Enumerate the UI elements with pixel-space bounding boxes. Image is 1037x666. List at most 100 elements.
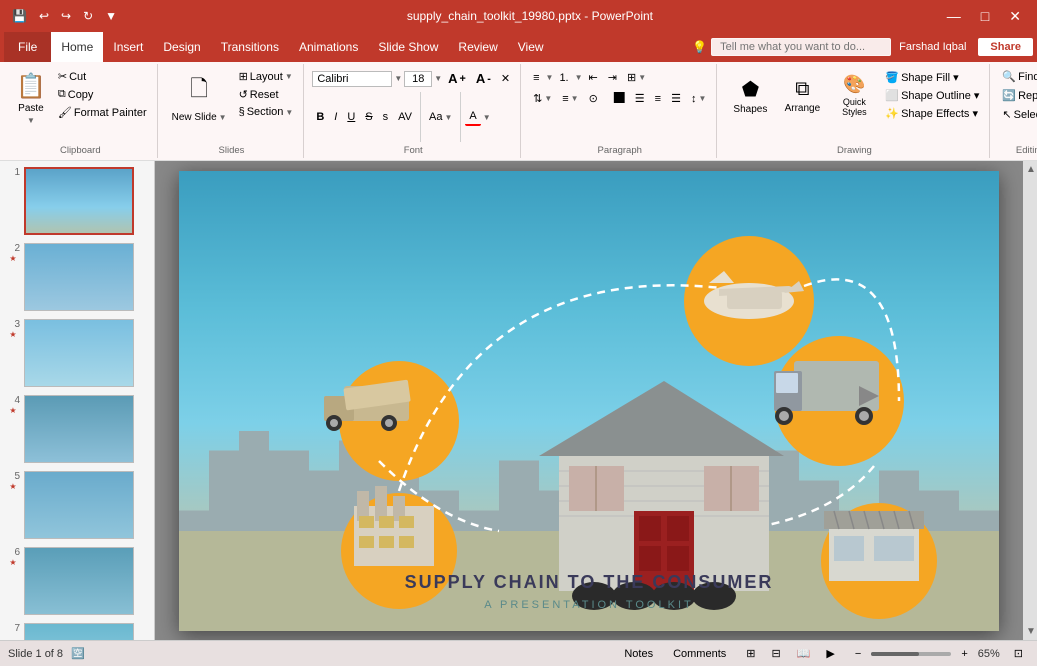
numbering-button[interactable]: 1. <box>555 70 572 86</box>
italic-button[interactable]: I <box>330 109 341 125</box>
paragraph-group: ≡ ▼ 1. ▼ ⇤ ⇥ ⊞▼ ⇅▼ ≡▼ ⊙ ⬛︎ ☰ ≡ ☰ ↕▼ Para… <box>523 64 717 158</box>
save-button[interactable]: 💾 <box>8 7 31 25</box>
justify-button[interactable]: ☰ <box>667 90 685 107</box>
undo-button[interactable]: ↩ <box>35 7 53 25</box>
zoom-out-button[interactable]: − <box>849 646 867 662</box>
close-button[interactable]: ✕ <box>1001 6 1029 27</box>
menu-bar: File Home Insert Design Transitions Anim… <box>0 32 1037 62</box>
slide-thumb-3[interactable]: 3 ★ <box>4 317 150 389</box>
right-scrollbar[interactable]: ▲ ▼ <box>1023 161 1037 640</box>
select-button[interactable]: ↖ Select ▾ <box>998 106 1037 123</box>
increase-font-button[interactable]: A+ <box>444 69 470 88</box>
menu-home[interactable]: Home <box>51 32 103 62</box>
line-spacing-button[interactable]: ↕▼ <box>687 91 710 107</box>
quick-styles-button[interactable]: 🎨 QuickStyles <box>829 70 879 121</box>
customize-quick-access-button[interactable]: ▼ <box>101 7 121 25</box>
search-input[interactable] <box>711 38 891 56</box>
format-painter-button[interactable]: 🖌 Format Painter <box>54 104 151 121</box>
bold-button[interactable]: B <box>312 109 328 125</box>
slide-thumb-4[interactable]: 4 ★ <box>4 393 150 465</box>
shape-effects-button[interactable]: ✨ Shape Effects ▾ <box>881 105 983 122</box>
menu-view[interactable]: View <box>508 32 554 62</box>
text-direction-button[interactable]: ⇅▼ <box>529 90 556 107</box>
char-spacing-button[interactable]: AV <box>394 109 416 125</box>
new-slide-button[interactable]: 🗋 New Slide ▼ <box>166 68 233 127</box>
change-case-button[interactable]: Aa▼ <box>425 109 456 125</box>
notes-button[interactable]: Notes <box>618 646 659 662</box>
slide-preview-5 <box>24 471 134 539</box>
replace-button[interactable]: 🔄 Replace <box>998 87 1037 104</box>
font-color-dropdown[interactable]: ▼ <box>483 113 491 122</box>
slides-small-buttons: ⊞ Layout ▼ ↺ Reset § Section ▼ <box>235 68 298 120</box>
bullets-button[interactable]: ≡ <box>529 70 543 86</box>
user-button[interactable]: Farshad Iqbal <box>891 39 974 55</box>
slide-preview-3 <box>24 319 134 387</box>
copy-button[interactable]: ⧉ Copy <box>54 86 151 103</box>
columns-button[interactable]: ⊞▼ <box>623 69 650 86</box>
arrange-button[interactable]: ⧉ Arrange <box>777 74 827 118</box>
slide-thumb-5[interactable]: 5 ★ <box>4 469 150 541</box>
align-text-button[interactable]: ≡▼ <box>558 91 582 107</box>
section-button[interactable]: § Section ▼ <box>235 104 298 120</box>
menu-file[interactable]: File <box>4 32 51 62</box>
maximize-button[interactable]: □ <box>973 6 997 26</box>
main-slide[interactable]: SUPPLY CHAIN TO THE CONSUMER A PRESENTAT… <box>179 171 999 631</box>
reset-button[interactable]: ↺ Reset <box>235 86 298 103</box>
menu-animations[interactable]: Animations <box>289 32 368 62</box>
align-left-button[interactable]: ⬛︎ <box>610 90 629 107</box>
repeat-button[interactable]: ↻ <box>79 7 97 25</box>
shapes-button[interactable]: ⬟ Shapes <box>725 73 775 119</box>
layout-button[interactable]: ⊞ Layout ▼ <box>235 68 298 85</box>
shape-outline-button[interactable]: ⬜ Shape Outline ▾ <box>881 87 983 104</box>
slideshow-button[interactable]: ▶ <box>820 645 840 662</box>
smartart-button[interactable]: ⊙ <box>585 90 602 107</box>
menu-insert[interactable]: Insert <box>103 32 153 62</box>
clear-format-button[interactable]: ✕ <box>497 70 514 87</box>
underline-button[interactable]: U <box>343 109 359 125</box>
shape-effects-icon: ✨ <box>885 107 899 120</box>
minimize-button[interactable]: — <box>939 6 969 26</box>
cut-button[interactable]: ✂ Cut <box>54 68 151 85</box>
slide-panel[interactable]: 1 ★ 2 ★ 3 ★ 4 ★ <box>0 161 155 640</box>
slide-preview-1 <box>24 167 134 235</box>
decrease-indent-button[interactable]: ⇤ <box>585 69 602 86</box>
shadow-button[interactable]: s <box>379 109 393 125</box>
slide-thumb-7[interactable]: 7 ★ <box>4 621 150 640</box>
fit-slide-button[interactable]: ⊡ <box>1008 645 1029 662</box>
find-button[interactable]: 🔍 Find <box>998 68 1037 85</box>
slide-thumb-1[interactable]: 1 ★ <box>4 165 150 237</box>
font-name-input[interactable] <box>312 71 392 87</box>
menu-transitions[interactable]: Transitions <box>211 32 289 62</box>
menu-review[interactable]: Review <box>448 32 507 62</box>
slide-thumb-2[interactable]: 2 ★ <box>4 241 150 313</box>
zoom-slider[interactable] <box>871 652 951 656</box>
font-name-dropdown[interactable]: ▼ <box>394 74 402 83</box>
quick-styles-icon: 🎨 <box>843 74 865 95</box>
menu-design[interactable]: Design <box>153 32 210 62</box>
share-button[interactable]: Share <box>978 38 1033 56</box>
decrease-font-button[interactable]: A- <box>472 69 495 88</box>
zoom-in-button[interactable]: + <box>955 646 973 662</box>
slide-sorter-button[interactable]: ⊟ <box>765 645 786 662</box>
comments-button[interactable]: Comments <box>667 646 732 662</box>
font-color-button[interactable]: A <box>465 108 480 126</box>
font-size-dropdown[interactable]: ▼ <box>434 74 442 83</box>
menu-slideshow[interactable]: Slide Show <box>368 32 448 62</box>
align-center-button[interactable]: ☰ <box>631 90 649 107</box>
increase-indent-button[interactable]: ⇥ <box>604 69 621 86</box>
redo-button[interactable]: ↪ <box>57 7 75 25</box>
shape-fill-button[interactable]: 🪣 Shape Fill ▾ <box>881 69 983 86</box>
paste-button[interactable]: 📋 Paste ▼ <box>10 68 52 129</box>
reading-view-button[interactable]: 📖 <box>791 645 817 662</box>
font-content: ▼ ▼ A+ A- ✕ B I U S s AV Aa▼ A ▼ <box>312 68 514 143</box>
font-size-input[interactable] <box>404 71 432 87</box>
slide-preview-6 <box>24 547 134 615</box>
scroll-up-arrow[interactable]: ▲ <box>1023 161 1037 178</box>
align-right-button[interactable]: ≡ <box>651 91 665 107</box>
strikethrough-button[interactable]: S <box>361 109 376 125</box>
normal-view-button[interactable]: ⊞ <box>740 645 761 662</box>
scroll-down-arrow[interactable]: ▼ <box>1023 623 1037 640</box>
slide-thumb-6[interactable]: 6 ★ <box>4 545 150 617</box>
editing-content: 🔍 Find 🔄 Replace ↖ Select ▾ <box>998 68 1037 143</box>
slides-label: Slides <box>166 143 298 156</box>
